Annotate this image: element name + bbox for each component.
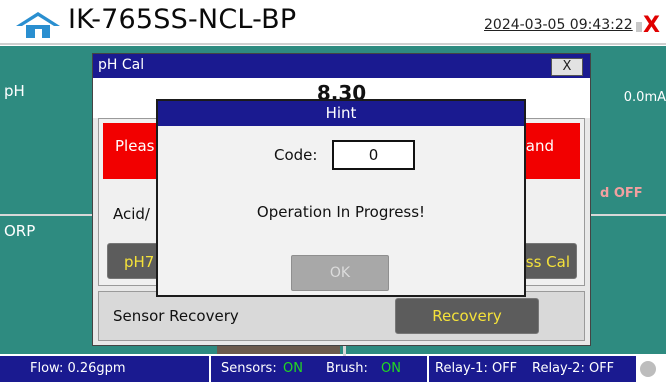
acid-label: Acid/ [113, 205, 150, 223]
relay-1-status: Relay-1: OFF [435, 361, 518, 376]
orp-panel-label: ORP [4, 222, 36, 240]
recovery-button[interactable]: Recovery [395, 298, 539, 334]
hint-titlebar: Hint [158, 101, 524, 126]
hold-status: d OFF [600, 186, 643, 201]
home-icon[interactable] [14, 10, 62, 38]
sensors-status: Sensors: ON Brush: ON [211, 356, 427, 382]
flow-status-text: Flow: 0.26gpm [30, 361, 126, 376]
pass-cal-button-label: ss Cal [525, 253, 570, 271]
code-field[interactable]: 0 [332, 140, 415, 170]
top-bar: IK-765SS-NCL-BP 2024-03-05 09:43:22 X [0, 0, 666, 45]
code-label: Code: [274, 146, 318, 164]
current-output-value: 0.0mA [623, 90, 666, 105]
sensor-recovery-label: Sensor Recovery [113, 307, 239, 325]
alarm-symbol: X [643, 13, 660, 38]
ph-panel-label: pH [4, 82, 25, 100]
ph-cal-title: pH Cal [98, 57, 145, 73]
alarm-x-icon[interactable]: X [636, 10, 662, 38]
close-button[interactable]: X [551, 58, 583, 76]
ph-cal-titlebar: pH Cal X [93, 54, 590, 78]
status-indicator-icon [640, 361, 656, 377]
brush-label: Brush: [326, 361, 368, 376]
relay-2-status: Relay-2: OFF [532, 361, 615, 376]
ok-button[interactable]: OK [291, 255, 389, 291]
header-divider [0, 43, 666, 45]
sensor-recovery-row: Sensor Recovery Recovery [98, 291, 585, 341]
device-title: IK-765SS-NCL-BP [68, 4, 297, 35]
datetime-display: 2024-03-05 09:43:22 [484, 17, 633, 33]
instruction-text-right: and [525, 137, 554, 155]
ph7-button-label: pH7 [124, 253, 155, 271]
brush-value: ON [381, 361, 401, 376]
flow-status: Flow: 0.26gpm [0, 356, 209, 382]
hint-dialog: Hint Code: 0 Operation In Progress! OK [156, 99, 526, 297]
hint-message: Operation In Progress! [256, 203, 426, 221]
instruction-text-left: Pleas [115, 137, 155, 155]
status-bar: Flow: 0.26gpm Sensors: ON Brush: ON Rela… [0, 356, 666, 382]
relay-status: Relay-1: OFF Relay-2: OFF [429, 356, 636, 382]
sensors-value: ON [283, 361, 303, 376]
hint-title: Hint [325, 104, 357, 122]
sensors-label: Sensors: [221, 361, 277, 376]
